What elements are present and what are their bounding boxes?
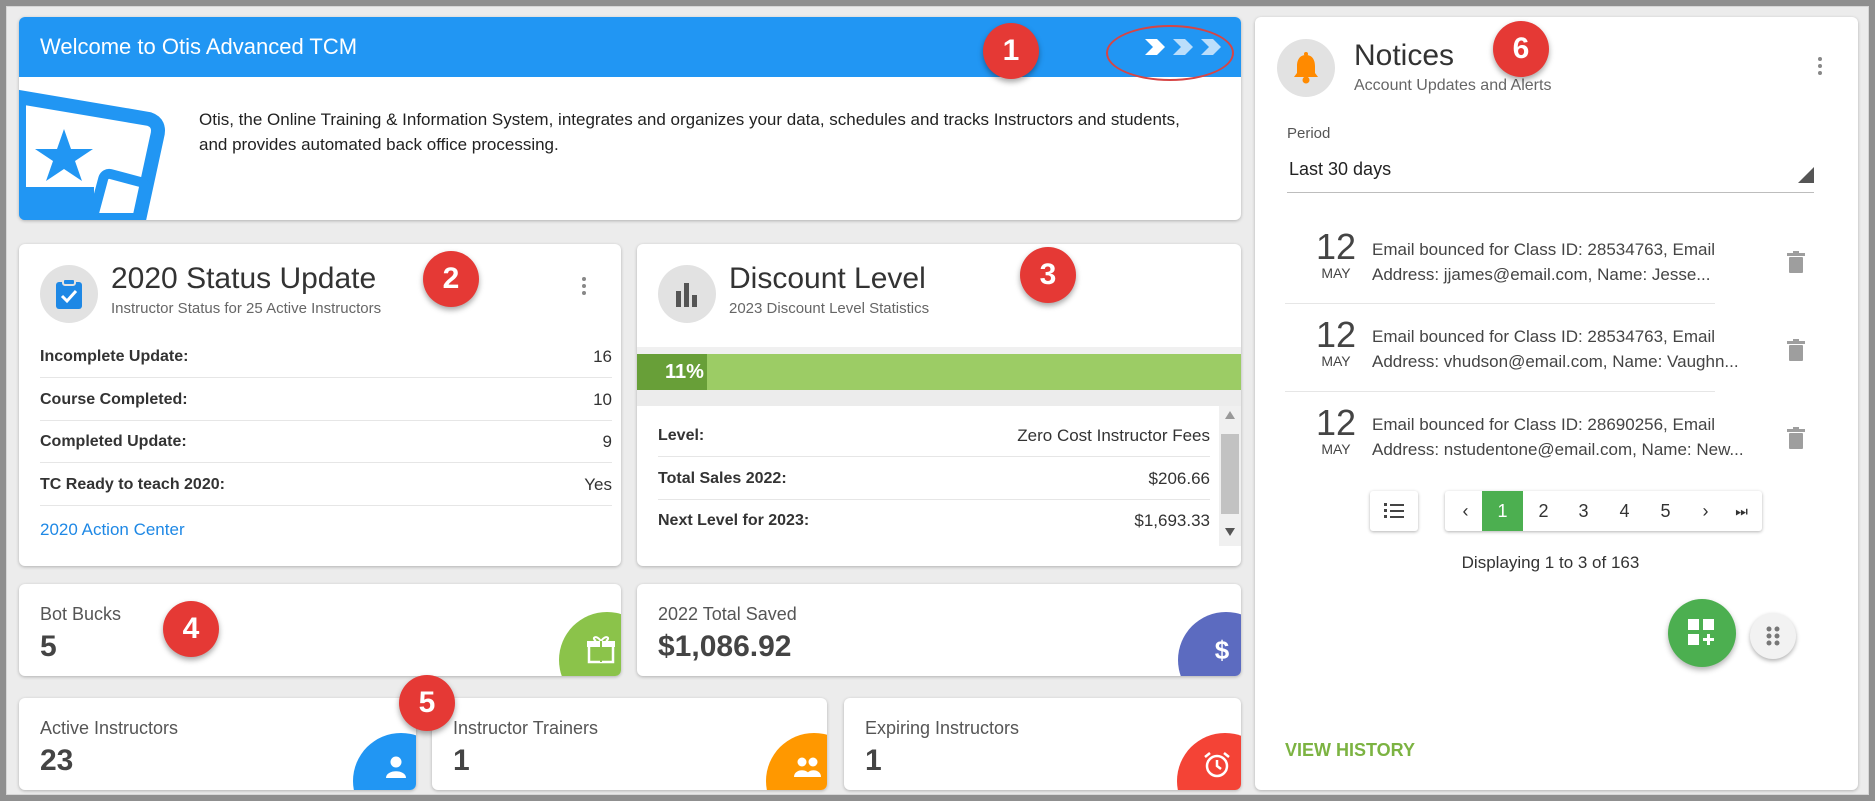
alarm-clock-icon <box>1204 752 1230 778</box>
welcome-header: Welcome to Otis Advanced TCM <box>19 17 1241 77</box>
active-instructors-value: 23 <box>40 744 74 777</box>
arrow-down-icon[interactable] <box>1225 528 1235 536</box>
period-select-value: Last 30 days <box>1289 159 1392 179</box>
drag-handle-button[interactable] <box>1750 613 1796 659</box>
drag-dots-icon <box>1766 626 1780 646</box>
active-instructors-label: Active Instructors <box>40 718 179 738</box>
period-select[interactable]: Last 30 days <box>1287 153 1814 193</box>
list-numbered-icon <box>1384 503 1404 518</box>
bot-bucks-value: 5 <box>40 630 57 663</box>
page-last-button[interactable]: ⏭ <box>1721 491 1762 531</box>
view-history-link[interactable]: VIEW HISTORY <box>1285 740 1415 761</box>
pagination: ‹ 1 2 3 4 5 › ⏭ <box>1445 491 1762 531</box>
callout-badge-1: 1 <box>983 23 1039 79</box>
discount-title: Discount Level <box>729 262 926 295</box>
gift-icon <box>587 636 615 664</box>
notices-subtitle: Account Updates and Alerts <box>1354 77 1552 94</box>
page-prev-button[interactable]: ‹ <box>1445 491 1486 531</box>
callout-badge-4: 4 <box>163 601 219 657</box>
dollar-icon: $ <box>1215 635 1230 664</box>
callout-ring <box>1106 25 1234 81</box>
status-update-subtitle: Instructor Status for 25 Active Instruct… <box>111 300 382 317</box>
callout-badge-5: 5 <box>399 675 455 731</box>
instructor-trainers-label: Instructor Trainers <box>453 718 599 738</box>
bar-chart-icon <box>658 265 716 323</box>
total-saved-label: 2022 Total Saved <box>658 604 797 624</box>
status-row: Incomplete Update: 16 <box>40 336 612 378</box>
callout-badge-3: 3 <box>1020 247 1076 303</box>
notice-divider <box>1285 391 1715 392</box>
callout-badge-2: 2 <box>423 251 479 307</box>
group-icon <box>794 757 821 777</box>
page-button-3[interactable]: 3 <box>1563 491 1604 531</box>
period-label: Period <box>1287 125 1331 142</box>
discount-row: Total Sales 2022: $206.66 <box>658 458 1210 500</box>
discount-progress-bar: 11% <box>637 354 1241 390</box>
page-next-button[interactable]: › <box>1685 491 1726 531</box>
add-widget-button[interactable] <box>1668 599 1736 667</box>
expiring-instructors-value: 1 <box>865 744 882 777</box>
instructor-trainers-card: Instructor Trainers 1 <box>432 698 827 790</box>
page-size-button[interactable] <box>1370 491 1418 531</box>
discount-row: Level: Zero Cost Instructor Fees <box>658 415 1210 457</box>
discount-row: Next Level for 2023: $1,693.33 <box>658 511 1210 530</box>
dropdown-arrow-icon[interactable] <box>1798 167 1814 183</box>
expiring-instructors-card: Expiring Instructors 1 <box>844 698 1241 790</box>
discount-progress-fill: 11% <box>637 354 707 390</box>
notice-message[interactable]: Email bounced for Class ID: 28534763, Em… <box>1372 237 1792 287</box>
total-saved-value: $1,086.92 <box>658 630 792 663</box>
welcome-description: Otis, the Online Training & Information … <box>199 110 1180 154</box>
page-button-1[interactable]: 1 <box>1482 491 1523 531</box>
status-row: Course Completed: 10 <box>40 379 612 421</box>
notice-message[interactable]: Email bounced for Class ID: 28534763, Em… <box>1372 324 1792 374</box>
active-instructors-card: Active Instructors 23 <box>19 698 416 790</box>
dashboard-add-icon <box>1688 619 1714 645</box>
bot-bucks-card: Bot Bucks 5 <box>19 584 621 676</box>
total-saved-card: 2022 Total Saved $1,086.92 $ <box>637 584 1241 676</box>
status-update-title: 2020 Status Update <box>111 262 377 295</box>
notice-date: 12 MAY <box>1315 402 1357 458</box>
arrow-up-icon[interactable] <box>1225 411 1235 419</box>
status-update-card: 2020 Status Update Instructor Status for… <box>19 244 621 566</box>
svg-text:$: $ <box>1215 635 1230 664</box>
bell-icon <box>1277 39 1335 97</box>
trash-icon[interactable] <box>1787 251 1805 273</box>
instructor-trainers-value: 1 <box>453 744 470 777</box>
expiring-instructors-label: Expiring Instructors <box>865 718 1020 738</box>
welcome-card: Welcome to Otis Advanced TCM Otis, the O… <box>19 17 1241 220</box>
page-button-5[interactable]: 5 <box>1645 491 1686 531</box>
status-row: TC Ready to teach 2020: Yes <box>40 464 612 506</box>
discount-gap <box>637 390 1241 406</box>
page-button-4[interactable]: 4 <box>1604 491 1645 531</box>
action-center-link[interactable]: 2020 Action Center <box>40 520 185 540</box>
page-button-2[interactable]: 2 <box>1523 491 1564 531</box>
clipboard-check-icon <box>40 265 98 323</box>
scrollbar-thumb[interactable] <box>1221 434 1239 514</box>
welcome-title: Welcome to Otis Advanced TCM <box>40 34 358 59</box>
notice-date: 12 MAY <box>1315 226 1357 282</box>
callout-badge-6: 6 <box>1493 21 1549 77</box>
trash-icon[interactable] <box>1787 427 1805 449</box>
notices-menu-icon[interactable] <box>1817 57 1823 79</box>
discount-subtitle: 2023 Discount Level Statistics <box>729 300 930 317</box>
status-menu-icon[interactable] <box>581 277 587 299</box>
person-icon <box>386 756 406 778</box>
discount-level-card: Discount Level 2023 Discount Level Stati… <box>637 244 1241 566</box>
notices-card: Notices Account Updates and Alerts Perio… <box>1255 17 1858 790</box>
notice-date: 12 MAY <box>1315 314 1357 370</box>
notices-title: Notices <box>1354 39 1455 72</box>
trash-icon[interactable] <box>1787 339 1805 361</box>
displaying-count: Displaying 1 to 3 of 163 <box>1461 553 1640 572</box>
bot-bucks-label: Bot Bucks <box>40 604 122 624</box>
notice-divider <box>1285 303 1715 304</box>
notice-message[interactable]: Email bounced for Class ID: 28690256, Em… <box>1372 412 1792 462</box>
status-row: Completed Update: 9 <box>40 421 612 463</box>
discount-scrollbar[interactable] <box>1219 406 1241 546</box>
dashboard-frame: Welcome to Otis Advanced TCM Otis, the O… <box>6 6 1869 795</box>
welcome-illustration-icon <box>19 89 165 220</box>
